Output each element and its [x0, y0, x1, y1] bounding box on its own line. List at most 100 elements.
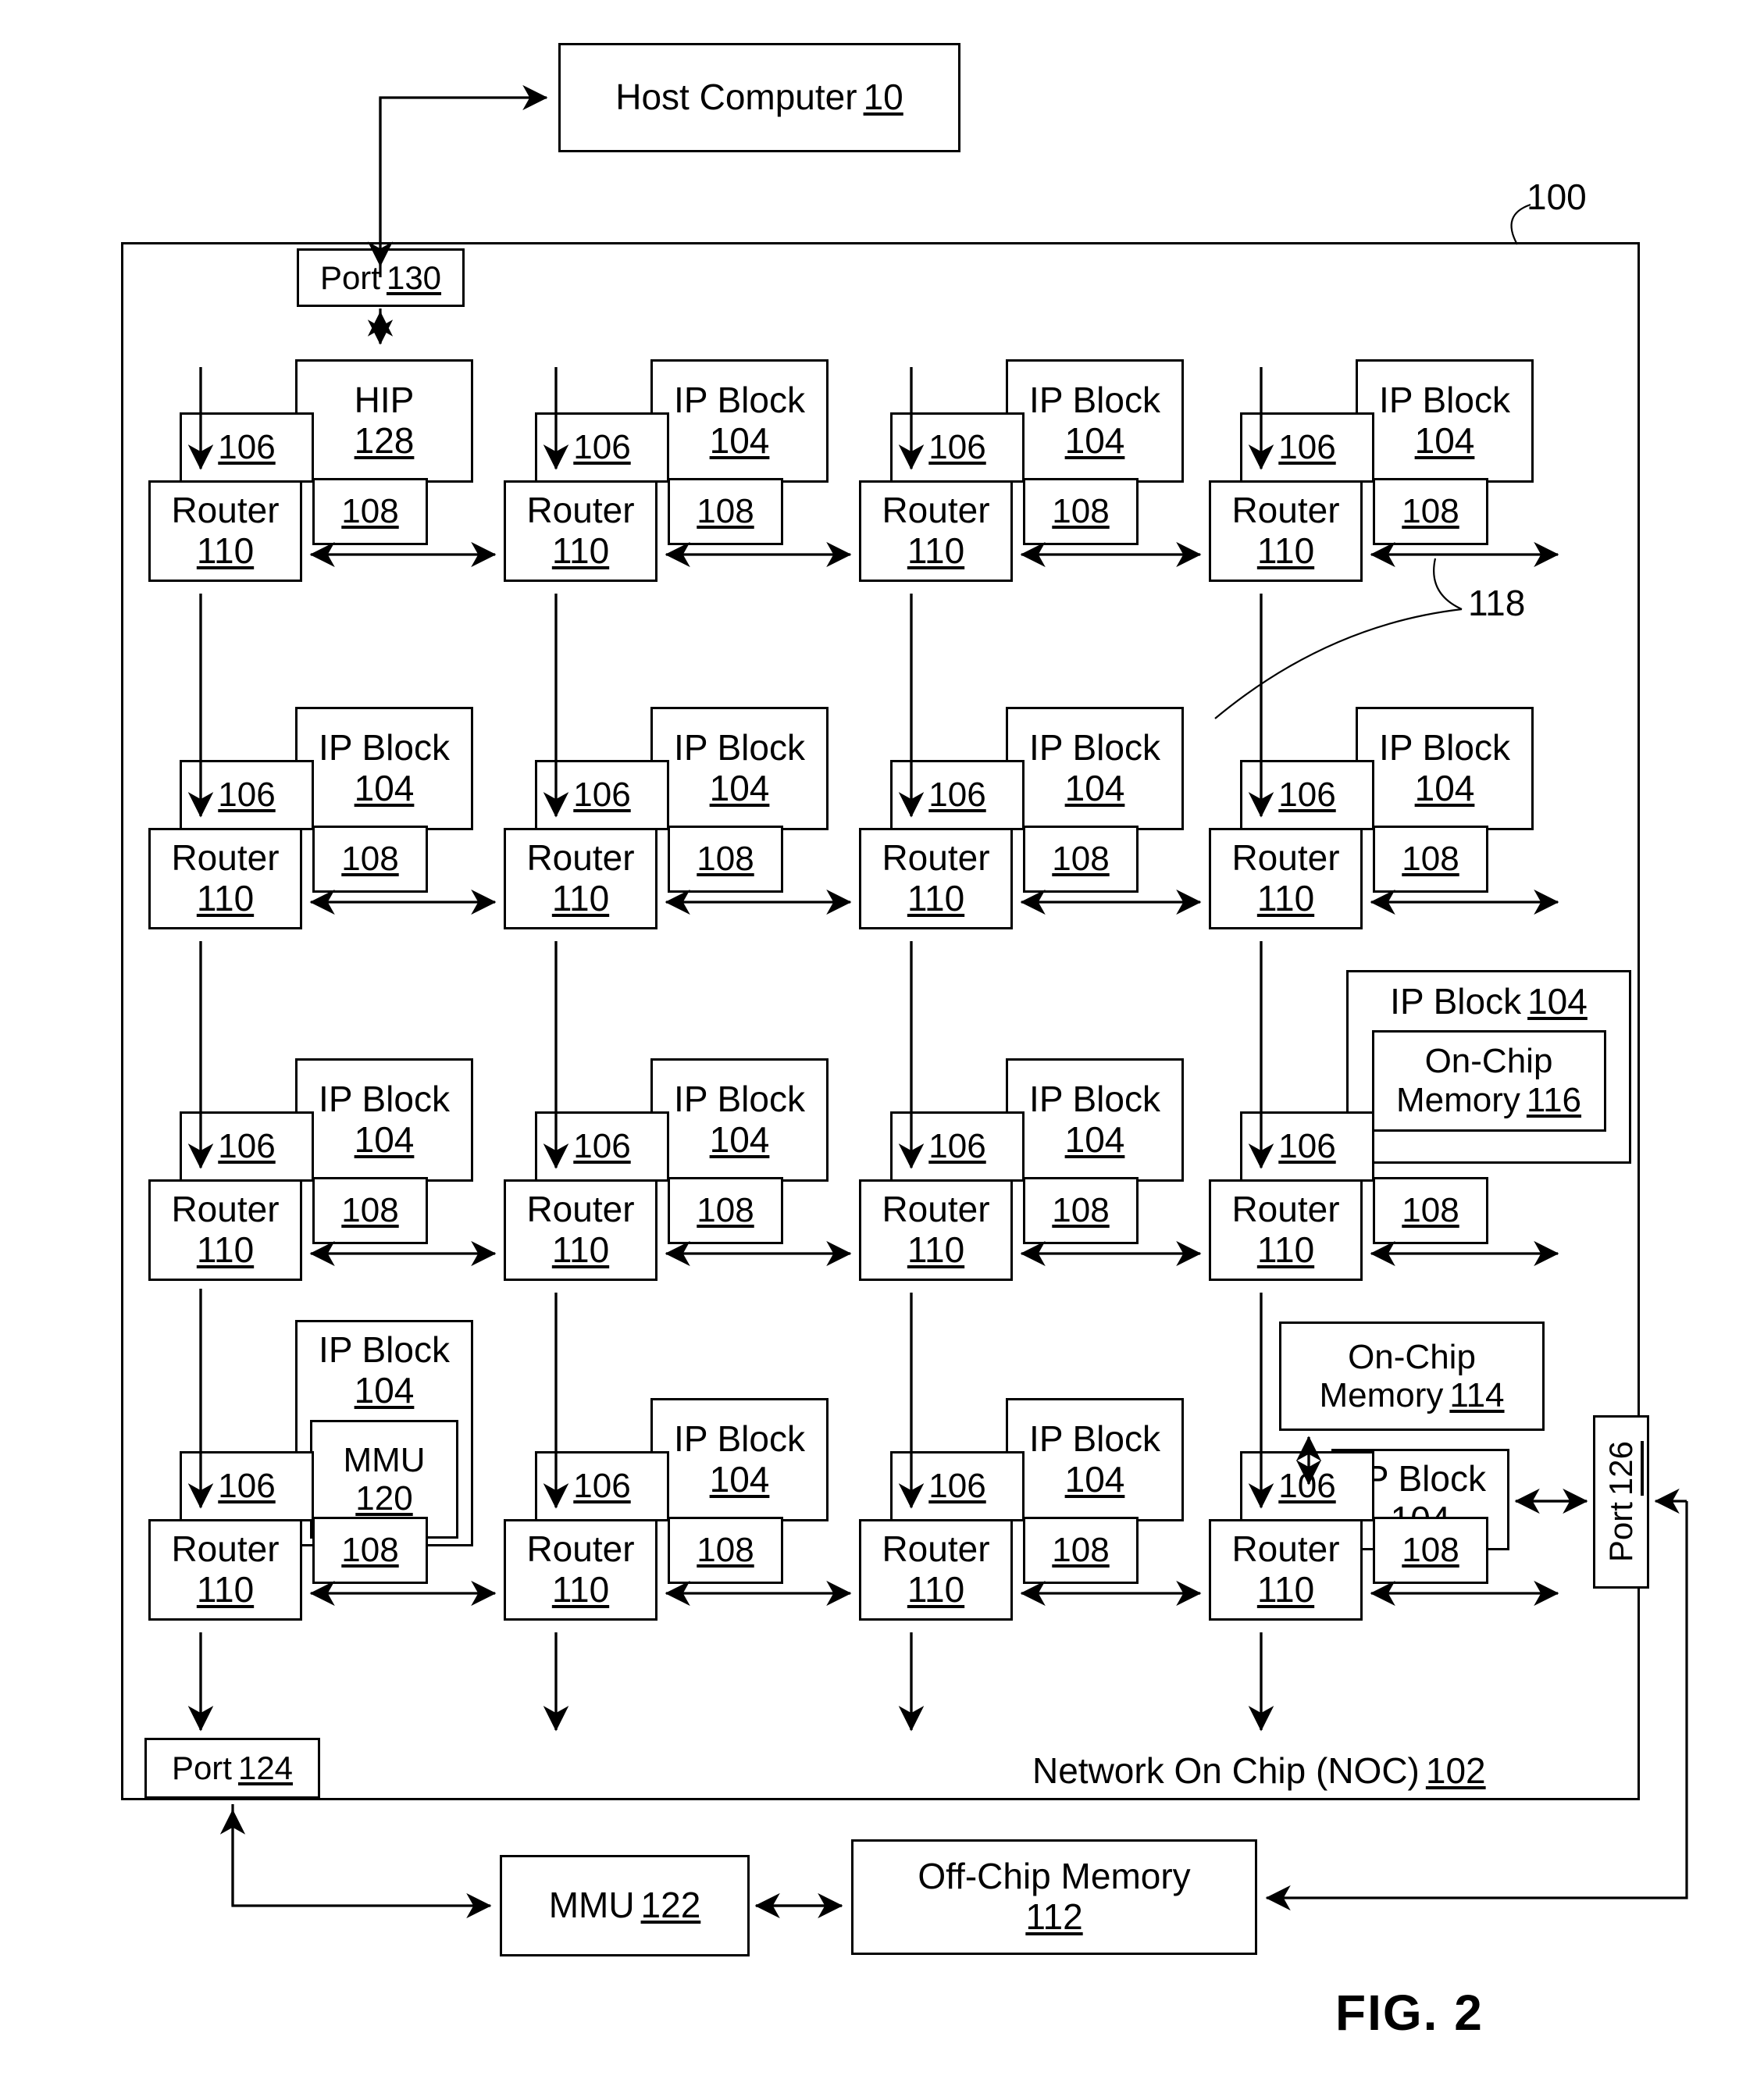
router-box-r2c2: Router 110	[504, 828, 657, 929]
mc-ref: 106	[1278, 428, 1336, 467]
port-130-label: Port	[319, 259, 380, 296]
router-ref: 110	[1256, 878, 1315, 918]
ip-block-box-r1c2: IP Block 104	[650, 359, 829, 483]
mc-ref: 106	[1278, 776, 1336, 815]
mc-ref: 106	[573, 428, 631, 467]
na-108-box-r1c3: 108	[1023, 478, 1139, 545]
mc-106-box-r1c1: 106	[180, 412, 314, 483]
port-124-ref: 124	[237, 1750, 294, 1787]
ip-block-label: IP Block	[1029, 727, 1160, 769]
ip-block-label: IP Block	[1029, 1418, 1160, 1460]
router-box-r2c1: Router 110	[148, 828, 302, 929]
onchip-mem-114-line1: On-Chip	[1348, 1337, 1476, 1376]
na-ref: 108	[1402, 840, 1459, 879]
ip-block-box-r4c1: IP Block 104 MMU 120	[295, 1320, 473, 1546]
router-box-r3c4: Router 110	[1209, 1179, 1363, 1281]
router-label: Router	[526, 837, 635, 879]
router-label: Router	[1231, 837, 1340, 879]
ip-block-box-r4c2: IP Block 104	[650, 1398, 829, 1521]
router-box-r1c3: Router 110	[859, 480, 1013, 582]
mc-106-box-r2c3: 106	[890, 760, 1025, 830]
ip-block-label: IP Block	[319, 727, 450, 769]
router-ref: 110	[907, 1569, 965, 1610]
router-label: Router	[171, 490, 280, 531]
ip-block-box-r3c4: IP Block 104 On-Chip Memory On-Chip Memo…	[1346, 970, 1631, 1164]
mmu-120-ref: 120	[355, 1479, 413, 1518]
onchip-mem-116-line2: Memory	[1395, 1080, 1520, 1119]
mc-106-box-r3c3: 106	[890, 1111, 1025, 1182]
mc-106-box-r4c2: 106	[535, 1451, 669, 1521]
na-ref: 108	[1402, 1191, 1459, 1230]
na-ref: 108	[341, 1191, 399, 1230]
router-ref: 110	[196, 1229, 255, 1270]
router-box-r3c2: Router 110	[504, 1179, 657, 1281]
router-label: Router	[526, 1189, 635, 1230]
mc-ref: 106	[573, 1467, 631, 1506]
router-label: Router	[882, 490, 990, 531]
mc-ref: 106	[218, 1127, 276, 1166]
system-ref-100: 100	[1527, 177, 1587, 217]
host-computer-ref: 10	[863, 77, 903, 118]
ip-block-label: IP Block	[674, 1418, 805, 1460]
router-ref: 110	[551, 530, 610, 571]
router-ref: 110	[907, 1229, 965, 1270]
ip-block-ref: 104	[1064, 1119, 1125, 1160]
hip-label: HIP	[354, 380, 415, 421]
ip-block-box-r2c2: IP Block 104	[650, 707, 829, 830]
router-ref: 110	[1256, 1229, 1315, 1270]
offchip-memory-112-ref: 112	[1025, 1896, 1083, 1937]
mc-106-box-r3c2: 106	[535, 1111, 669, 1182]
port-126-box[interactable]: Port 126	[1593, 1415, 1649, 1589]
router-label: Router	[882, 1528, 990, 1570]
port-124-box[interactable]: Port 124	[144, 1738, 320, 1799]
port-124-label: Port	[171, 1750, 232, 1787]
na-ref: 108	[1052, 492, 1110, 531]
onchip-memory-116-box: On-Chip Memory On-Chip Memory 116	[1371, 1029, 1606, 1132]
mc-106-box-r1c4: 106	[1240, 412, 1374, 483]
onchip-mem-116-line1: On-Chip	[1424, 1042, 1553, 1081]
ip-block-box-r2c4: IP Block 104	[1356, 707, 1534, 830]
router-box-r4c3: Router 110	[859, 1519, 1013, 1621]
na-108-box-r4c1: 108	[312, 1517, 428, 1584]
na-108-box-r2c2: 108	[668, 826, 783, 893]
router-ref: 110	[551, 1229, 610, 1270]
mc-106-box-r3c1: 106	[180, 1111, 314, 1182]
router-ref: 110	[196, 878, 255, 918]
ip-block-box-r3c1: IP Block 104	[295, 1058, 473, 1182]
mc-ref: 106	[928, 1127, 986, 1166]
router-box-r1c4: Router 110	[1209, 480, 1363, 582]
ip-block-box-r3c2: IP Block 104	[650, 1058, 829, 1182]
router-box-r4c1: Router 110	[148, 1519, 302, 1621]
ip-block-box-r3c3: IP Block 104	[1006, 1058, 1184, 1182]
mmu-122-box: MMU 122	[500, 1855, 750, 1956]
router-label: Router	[526, 1528, 635, 1570]
noc-title-label: Network On Chip (NOC)	[1032, 1750, 1420, 1791]
router-box-r4c4: Router 110	[1209, 1519, 1363, 1621]
na-ref: 108	[1052, 840, 1110, 879]
ip-block-ref: 104	[709, 420, 770, 461]
mc-106-box-r4c3: 106	[890, 1451, 1025, 1521]
mc-ref: 106	[573, 1127, 631, 1166]
ip-block-label: IP Block	[674, 727, 805, 769]
ip-block-label: IP Block	[1379, 380, 1510, 421]
ip-block-box-r1c4: IP Block 104	[1356, 359, 1534, 483]
na-108-box-r4c2: 108	[668, 1517, 783, 1584]
na-108-box-r3c2: 108	[668, 1177, 783, 1244]
router-box-r2c4: Router 110	[1209, 828, 1363, 929]
mmu-120-label: MMU	[343, 1440, 426, 1479]
router-label: Router	[882, 837, 990, 879]
na-108-box-r2c1: 108	[312, 826, 428, 893]
na-ref: 108	[1402, 492, 1459, 531]
na-ref: 108	[1052, 1531, 1110, 1570]
router-box-r1c2: Router 110	[504, 480, 657, 582]
router-label: Router	[882, 1189, 990, 1230]
port-130-box[interactable]: Port 130	[297, 248, 465, 307]
ip-block-label: IP Block	[1029, 380, 1160, 421]
ip-block-ref: 104	[1064, 768, 1125, 808]
ip-block-ref: 104	[709, 1459, 770, 1500]
router-label: Router	[526, 490, 635, 531]
router-ref: 110	[1256, 530, 1315, 571]
mc-106-box-r1c3: 106	[890, 412, 1025, 483]
mc-ref: 106	[573, 776, 631, 815]
router-box-r2c3: Router 110	[859, 828, 1013, 929]
